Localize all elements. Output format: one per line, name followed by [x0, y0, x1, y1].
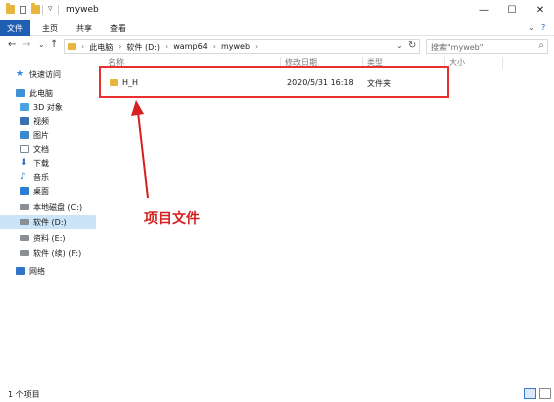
arrow-shaft	[137, 111, 149, 199]
item-count: 1 个项目	[8, 390, 40, 399]
large-icons-view-icon[interactable]	[539, 388, 551, 399]
annotation-arrow	[131, 100, 149, 199]
annotation-label: 项目文件	[144, 211, 200, 227]
status-bar: 1 个项目	[0, 386, 554, 402]
arrow-head	[131, 100, 144, 116]
details-view-icon[interactable]	[524, 388, 536, 399]
